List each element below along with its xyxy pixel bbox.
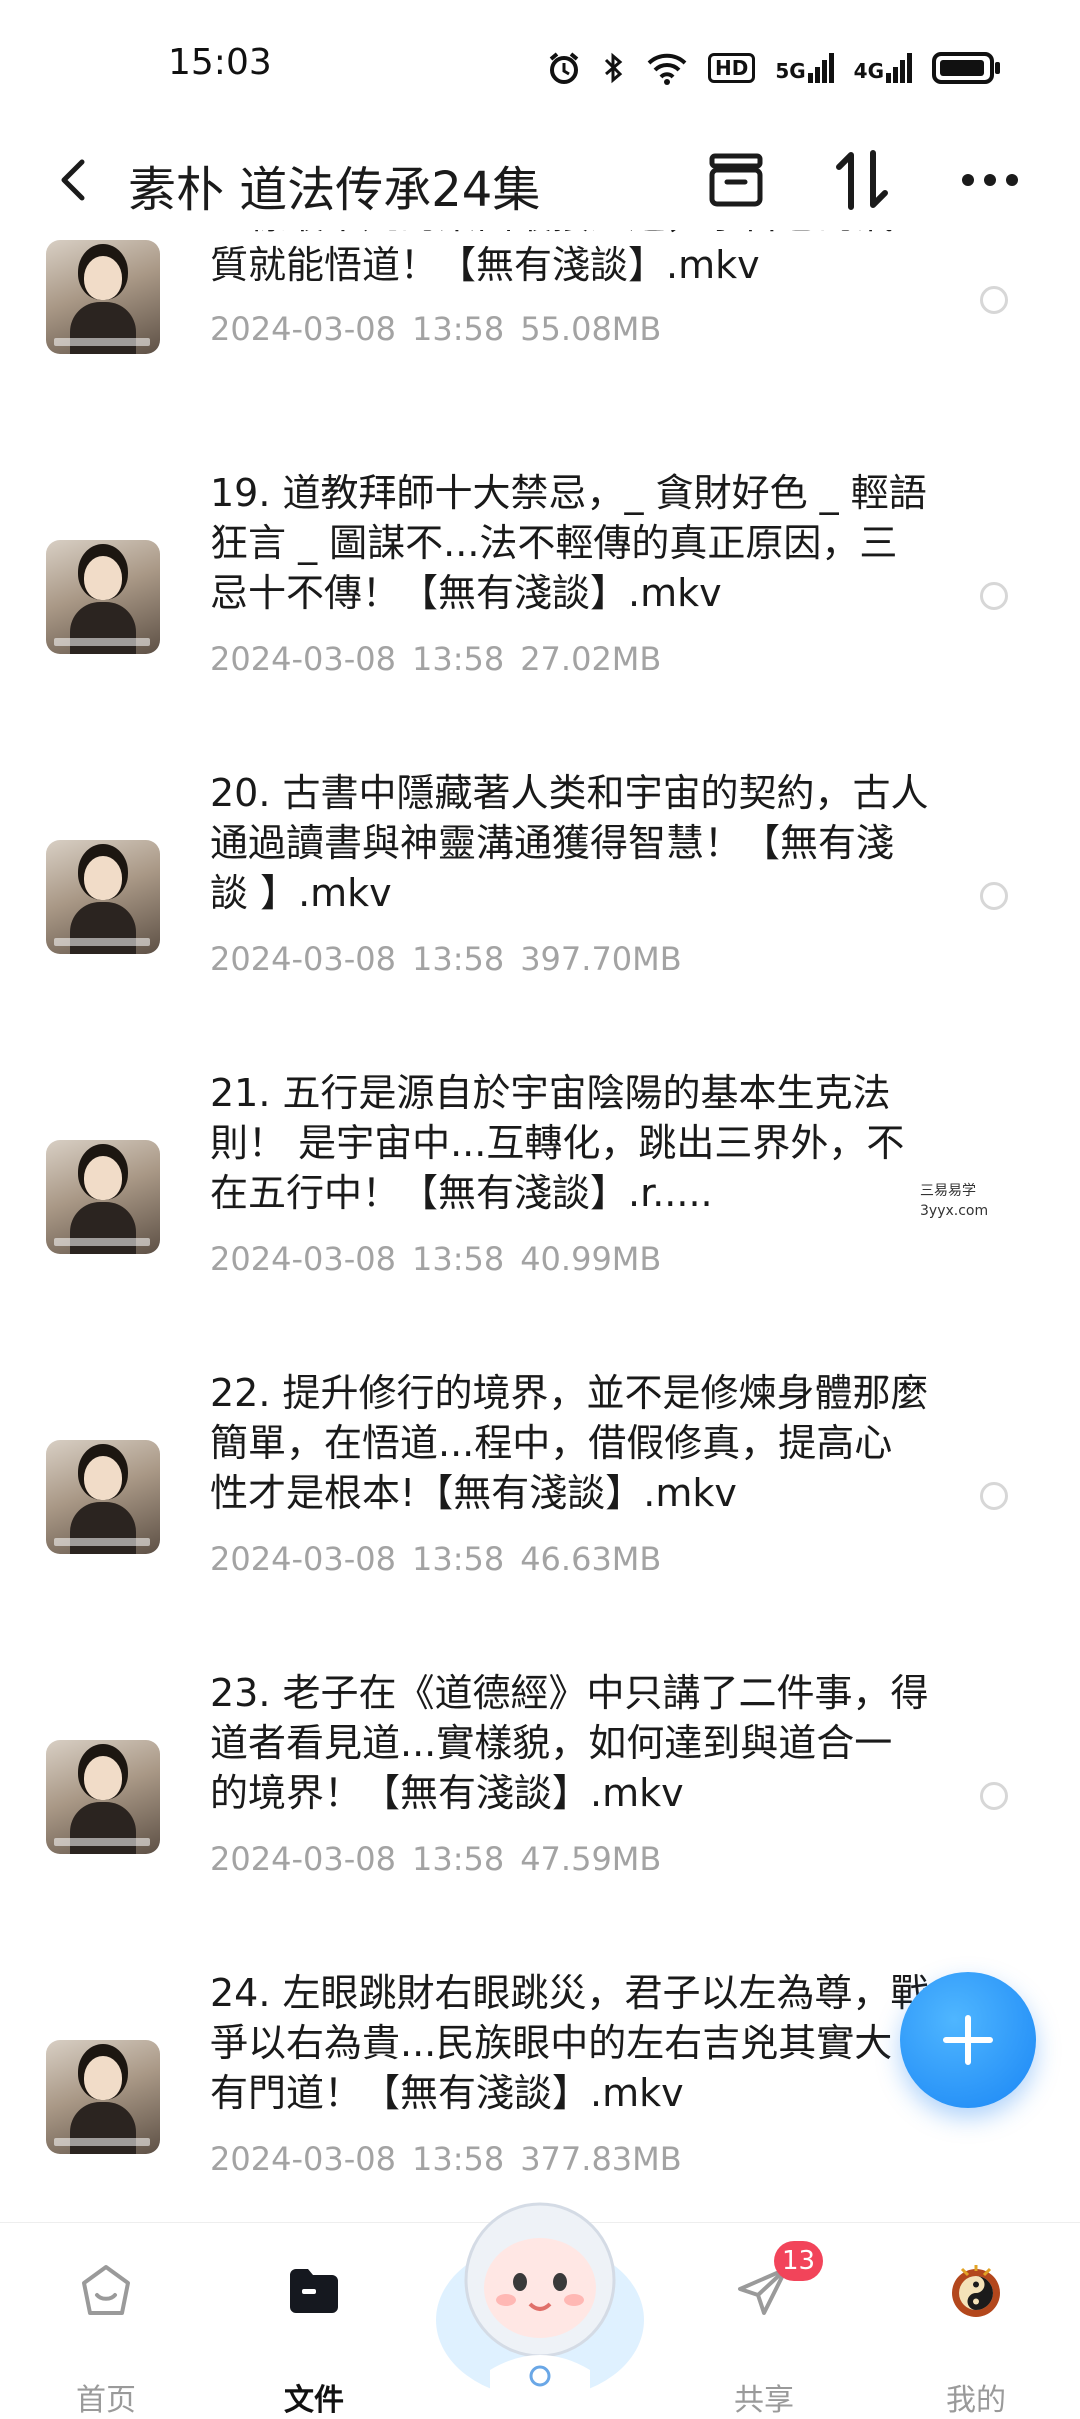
video-thumbnail (46, 1140, 160, 1254)
alarm-icon (549, 52, 579, 84)
signal-icon (886, 53, 912, 83)
wifi-icon (647, 53, 687, 85)
bluetooth-icon (604, 52, 623, 84)
file-item[interactable]: 22. 提升修行的境界，並不是修煉身體那麼簡單，在悟道...程中，借假修真，提高… (0, 1360, 1080, 1660)
battery-icon (932, 52, 1000, 84)
file-title: 22. 提升修行的境界，並不是修煉身體那麼簡單，在悟道...程中，借假修真，提高… (210, 1371, 929, 1515)
video-thumbnail (46, 240, 160, 354)
sort-icon (836, 150, 888, 210)
page-title: 素朴 道法传承24集 (128, 162, 541, 218)
select-button[interactable] (700, 144, 772, 216)
file-time: 13:58 (411, 940, 505, 978)
nav-home[interactable]: 首页 (36, 2223, 176, 2418)
file-title: 19. 道教拜師十大禁忌，_ 貪財好色 _ 輕語狂言 _ 圖謀不...法不輕傳的… (210, 471, 927, 615)
hd-indicator: HD (707, 53, 756, 83)
file-size: 397.70MB (520, 940, 682, 978)
file-meta: 2024-03-08 13:58 47.59MB (210, 1840, 661, 1878)
status-icons: HD 5G 4G (546, 50, 1002, 86)
signal-5g: 5G (775, 53, 834, 83)
nav-files[interactable]: 文件 (244, 2223, 384, 2418)
file-time: 13:58 (411, 640, 505, 678)
file-date: 2024-03-08 (210, 640, 396, 678)
file-size: 40.99MB (520, 1240, 662, 1278)
select-radio[interactable] (980, 286, 1008, 314)
watermark: 三易易学 3yyx.com (912, 1175, 1080, 1231)
file-time: 13:58 (411, 1240, 505, 1278)
file-item[interactable]: 一樣最平凡的東西最接近道，學習它的氣質就能悟道！【無有淺談】.mkv 2024-… (0, 230, 1080, 460)
file-date: 2024-03-08 (210, 310, 396, 348)
avatar-icon (952, 2265, 1000, 2317)
status-bar: 15:03 HD 5G 4G (0, 0, 1080, 130)
nav-mine[interactable]: 我的 (906, 2223, 1046, 2418)
select-radio[interactable] (980, 882, 1008, 910)
file-item[interactable]: 19. 道教拜師十大禁忌，_ 貪財好色 _ 輕語狂言 _ 圖謀不...法不輕傳的… (0, 460, 1080, 760)
file-title: 21. 五行是源自於宇宙陰陽的基本生克法則！ 是宇宙中...互轉化，跳出三界外，… (210, 1071, 905, 1215)
video-thumbnail (46, 540, 160, 654)
file-title: 20. 古書中隱藏著人类和宇宙的契約，古人通過讀書與神靈溝通獲得智慧！【無有淺談… (210, 771, 929, 915)
select-radio[interactable] (980, 1782, 1008, 1810)
file-time: 13:58 (411, 1540, 505, 1578)
file-time: 13:58 (411, 310, 505, 348)
file-meta: 2024-03-08 13:58 27.02MB (210, 640, 661, 678)
folder-icon (290, 2269, 338, 2313)
file-size: 55.08MB (520, 310, 662, 348)
tray-icon (709, 153, 763, 207)
more-button[interactable] (954, 144, 1026, 216)
nav-share-label: 共享 (734, 2383, 794, 2418)
status-time: 15:03 (168, 42, 272, 83)
file-date: 2024-03-08 (210, 1840, 396, 1878)
file-time: 13:58 (411, 1840, 505, 1878)
nav-share[interactable]: 13 共享 (694, 2223, 834, 2418)
home-icon (82, 2265, 130, 2315)
select-radio[interactable] (980, 1482, 1008, 1510)
file-item[interactable]: 20. 古書中隱藏著人类和宇宙的契約，古人通過讀書與神靈溝通獲得智慧！【無有淺談… (0, 760, 1080, 1060)
watermark-line1: 三易易学 (920, 1183, 976, 1199)
select-radio[interactable] (980, 582, 1008, 610)
signal-icon (807, 53, 834, 83)
signal-5g-label: 5G (775, 59, 806, 83)
share-badge: 13 (774, 2241, 824, 2281)
file-title: 24. 左眼跳財右眼跳災，君子以左為尊，戰爭以右為貴...民族眼中的左右吉兇其實… (210, 1971, 929, 2115)
nav-files-label: 文件 (284, 2383, 344, 2418)
more-horizontal-icon (962, 174, 1018, 186)
video-thumbnail (46, 1740, 160, 1854)
file-size: 27.02MB (520, 640, 662, 678)
sort-button[interactable] (826, 144, 898, 216)
file-meta: 2024-03-08 13:58 55.08MB (210, 310, 661, 348)
chevron-left-icon (61, 159, 85, 201)
file-meta: 2024-03-08 13:58 397.70MB (210, 940, 682, 978)
signal-4g: 4G (854, 53, 912, 83)
mascot-icon (436, 2202, 644, 2400)
file-title: 一樣最平凡的東西最接近道，學習它的氣質就能悟道！【無有淺談】.mkv (210, 230, 894, 287)
add-button[interactable] (900, 1972, 1036, 2108)
video-thumbnail (46, 1440, 160, 1554)
plus-icon (943, 2015, 993, 2065)
back-button[interactable] (46, 150, 106, 210)
file-size: 46.63MB (520, 1540, 662, 1578)
video-thumbnail (46, 2040, 160, 2154)
watermark-line2: 3yyx.com (920, 1203, 989, 1219)
file-meta: 2024-03-08 13:58 40.99MB (210, 1240, 661, 1278)
assistant-mascot-button[interactable] (430, 2170, 650, 2400)
video-thumbnail (46, 840, 160, 954)
file-size: 47.59MB (520, 1840, 662, 1878)
signal-4g-label: 4G (853, 59, 884, 83)
nav-mine-label: 我的 (946, 2383, 1006, 2418)
file-date: 2024-03-08 (210, 1540, 396, 1578)
file-title: 23. 老子在《道德經》中只講了二件事，得道者看見道...實樣貌，如何達到與道合… (210, 1671, 929, 1815)
nav-home-label: 首页 (76, 2383, 136, 2418)
file-meta: 2024-03-08 13:58 46.63MB (210, 1540, 661, 1578)
file-item[interactable]: 23. 老子在《道德經》中只講了二件事，得道者看見道...實樣貌，如何達到與道合… (0, 1660, 1080, 1960)
title-bar: 素朴 道法传承24集 (0, 130, 1080, 230)
file-date: 2024-03-08 (210, 940, 396, 978)
file-date: 2024-03-08 (210, 2140, 396, 2178)
file-date: 2024-03-08 (210, 1240, 396, 1278)
